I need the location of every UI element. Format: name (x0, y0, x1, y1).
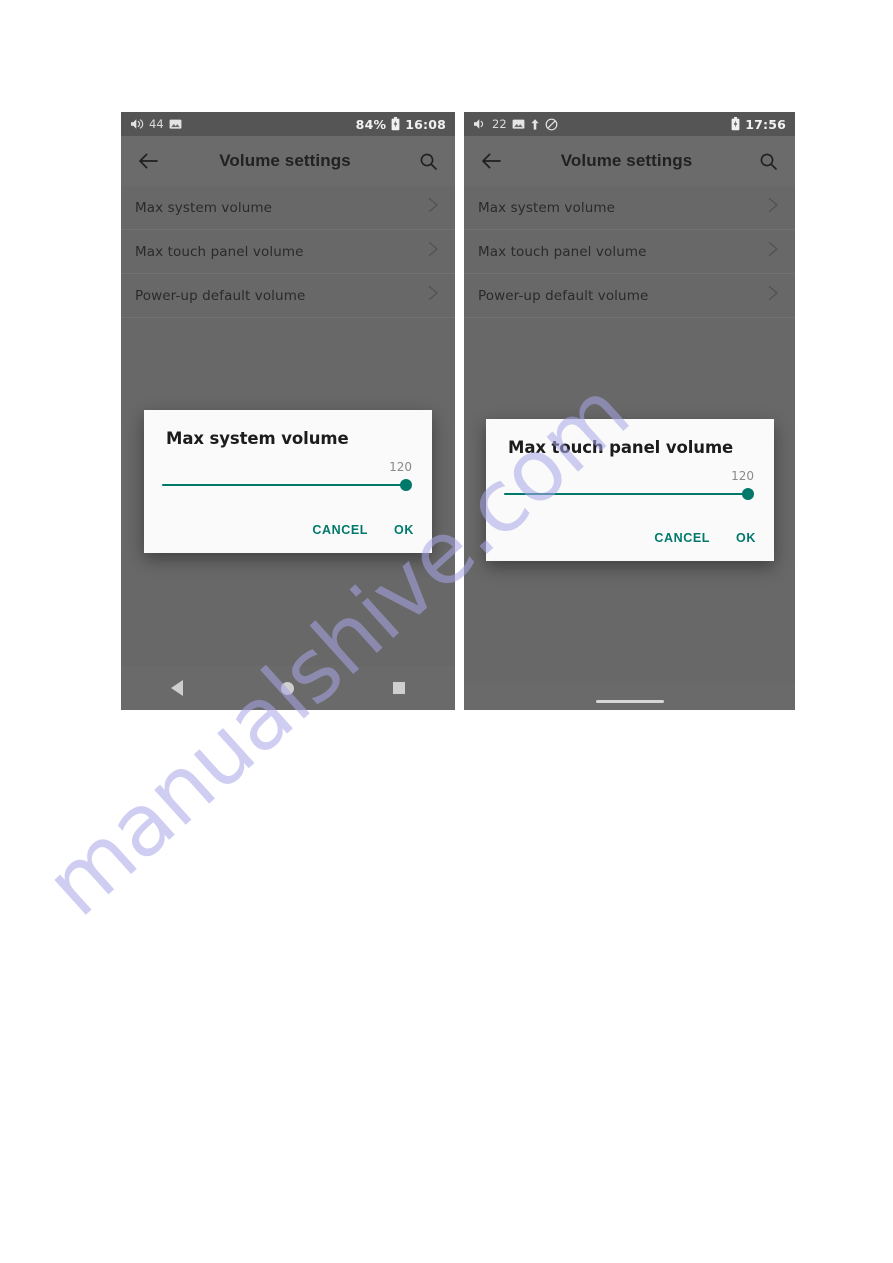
status-bar-left: 44 84% 16:08 (121, 112, 455, 136)
app-bar-right: Volume settings (464, 136, 795, 186)
volume-level-value: 44 (149, 117, 164, 131)
cancel-button[interactable]: CANCEL (650, 525, 714, 551)
ok-button[interactable]: OK (390, 517, 418, 543)
image-icon (512, 118, 525, 130)
app-body-right: Max system volume Max touch panel volume… (464, 186, 795, 710)
volume-dialog-right: Max touch panel volume 120 CANCEL OK (486, 419, 774, 561)
upload-arrow-icon (530, 118, 540, 131)
volume-dialog-left: Max system volume 120 CANCEL OK (144, 410, 432, 553)
ok-button[interactable]: OK (732, 525, 760, 551)
phone-screenshot-left: 44 84% 16:08 Volume settings Max system … (121, 112, 455, 710)
cancel-button[interactable]: CANCEL (308, 517, 372, 543)
navigation-bar-left (121, 666, 455, 710)
slider-value-label: 120 (389, 460, 412, 474)
back-arrow-icon[interactable] (135, 148, 161, 174)
dialog-actions: CANCEL OK (650, 525, 760, 551)
back-arrow-icon[interactable] (478, 148, 504, 174)
slider-thumb[interactable] (400, 479, 412, 491)
status-bar-clock: 17:56 (745, 116, 786, 132)
nav-home-circle-icon[interactable] (268, 668, 308, 708)
search-icon[interactable] (755, 148, 781, 174)
slider-track[interactable] (504, 493, 748, 495)
status-bar-clock: 16:08 (405, 116, 446, 132)
battery-icon (731, 117, 740, 131)
speaker-icon (130, 118, 144, 130)
dialog-actions: CANCEL OK (308, 517, 418, 543)
nav-back-triangle-icon[interactable] (157, 668, 197, 708)
slider-fill (504, 493, 748, 495)
gesture-handle-icon[interactable] (595, 700, 664, 703)
app-body-left: Max system volume Max touch panel volume… (121, 186, 455, 710)
page-title: Volume settings (560, 151, 693, 170)
volume-slider[interactable]: 120 (162, 460, 414, 494)
slider-track[interactable] (162, 484, 406, 486)
image-icon (169, 118, 182, 130)
search-icon[interactable] (415, 148, 441, 174)
dialog-title: Max touch panel volume (508, 438, 734, 457)
app-bar-left: Volume settings (121, 136, 455, 186)
battery-icon (391, 117, 400, 131)
do-not-disturb-icon (545, 118, 558, 131)
slider-thumb[interactable] (742, 488, 754, 500)
page-title: Volume settings (219, 151, 351, 170)
volume-slider[interactable]: 120 (504, 469, 756, 503)
slider-fill (162, 484, 406, 486)
slider-value-label: 120 (731, 469, 754, 483)
status-bar-right: 22 17:56 (464, 112, 795, 136)
navigation-bar-right (464, 684, 795, 710)
speaker-icon (473, 118, 487, 130)
phone-screenshot-right: 22 17:56 Volume settings Max system volu… (464, 112, 795, 710)
dialog-title: Max system volume (166, 429, 349, 448)
nav-recents-square-icon[interactable] (379, 668, 419, 708)
volume-level-value: 22 (492, 117, 507, 131)
battery-percent-label: 84% (355, 116, 387, 132)
